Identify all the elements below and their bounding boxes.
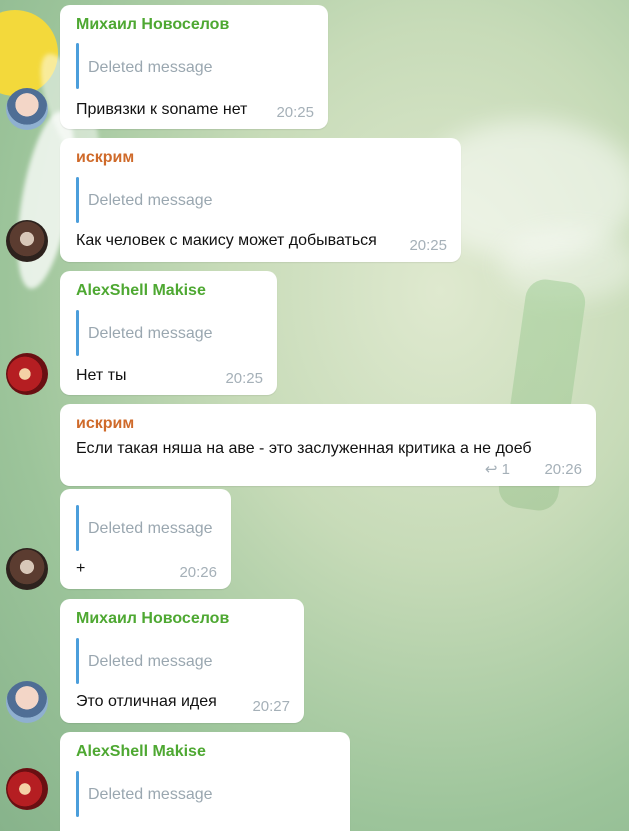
message-time: 20:27 xyxy=(252,698,290,715)
message-time: 20:25 xyxy=(225,370,263,387)
quoted-message[interactable]: Deleted message xyxy=(88,786,213,804)
avatar[interactable] xyxy=(6,88,48,130)
message-bubble[interactable]: AlexShell Makise Deleted message Нет ты … xyxy=(60,271,277,395)
avatar[interactable] xyxy=(6,353,48,395)
message-text: Как человек с макису может добываться xyxy=(76,232,377,249)
reply-count: 1 xyxy=(501,461,510,478)
reply-quote-bar xyxy=(76,310,79,356)
message-bubble[interactable]: искрим Deleted message Как человек с мак… xyxy=(60,138,461,262)
avatar[interactable] xyxy=(6,681,48,723)
message-author[interactable]: AlexShell Makise xyxy=(76,743,206,761)
message-bubble[interactable]: Михаил Новоселов Deleted message Привязк… xyxy=(60,5,328,129)
reply-quote-bar xyxy=(76,638,79,684)
reply-quote-bar xyxy=(76,505,79,551)
message-text: Нет ты xyxy=(76,367,127,384)
quoted-message[interactable]: Deleted message xyxy=(88,325,213,343)
message-bubble[interactable]: Deleted message + 20:26 xyxy=(60,489,231,589)
message-time: 20:26 xyxy=(544,461,582,478)
message-bubble[interactable]: AlexShell Makise Deleted message xyxy=(60,732,350,831)
avatar[interactable] xyxy=(6,768,48,810)
replies-count[interactable]: ↩ 1 xyxy=(485,460,510,478)
message-author[interactable]: Михаил Новоселов xyxy=(76,16,229,34)
message-text: Это отличная идея xyxy=(76,693,217,710)
message-text: Привязки к soname нет xyxy=(76,101,248,118)
message-text: + xyxy=(76,560,86,577)
message-author[interactable]: Михаил Новоселов xyxy=(76,610,229,628)
message-time: 20:25 xyxy=(409,237,447,254)
reply-icon: ↩ xyxy=(484,461,498,478)
avatar[interactable] xyxy=(6,548,48,590)
message-time: 20:25 xyxy=(276,104,314,121)
reply-quote-bar xyxy=(76,771,79,817)
message-text: Если такая няша на аве - это заслуженная… xyxy=(76,440,532,457)
message-bubble[interactable]: искрим Если такая няша на аве - это засл… xyxy=(60,404,596,486)
message-time: 20:26 xyxy=(179,564,217,581)
message-author[interactable]: AlexShell Makise xyxy=(76,282,206,300)
quoted-message[interactable]: Deleted message xyxy=(88,192,213,210)
quoted-message[interactable]: Deleted message xyxy=(88,653,213,671)
message-author[interactable]: искрим xyxy=(76,149,134,167)
message-bubble[interactable]: Михаил Новоселов Deleted message Это отл… xyxy=(60,599,304,723)
avatar[interactable] xyxy=(6,220,48,262)
message-author[interactable]: искрим xyxy=(76,415,134,433)
quoted-message[interactable]: Deleted message xyxy=(88,520,213,538)
quoted-message[interactable]: Deleted message xyxy=(88,59,213,77)
reply-quote-bar xyxy=(76,177,79,223)
reply-quote-bar xyxy=(76,43,79,89)
